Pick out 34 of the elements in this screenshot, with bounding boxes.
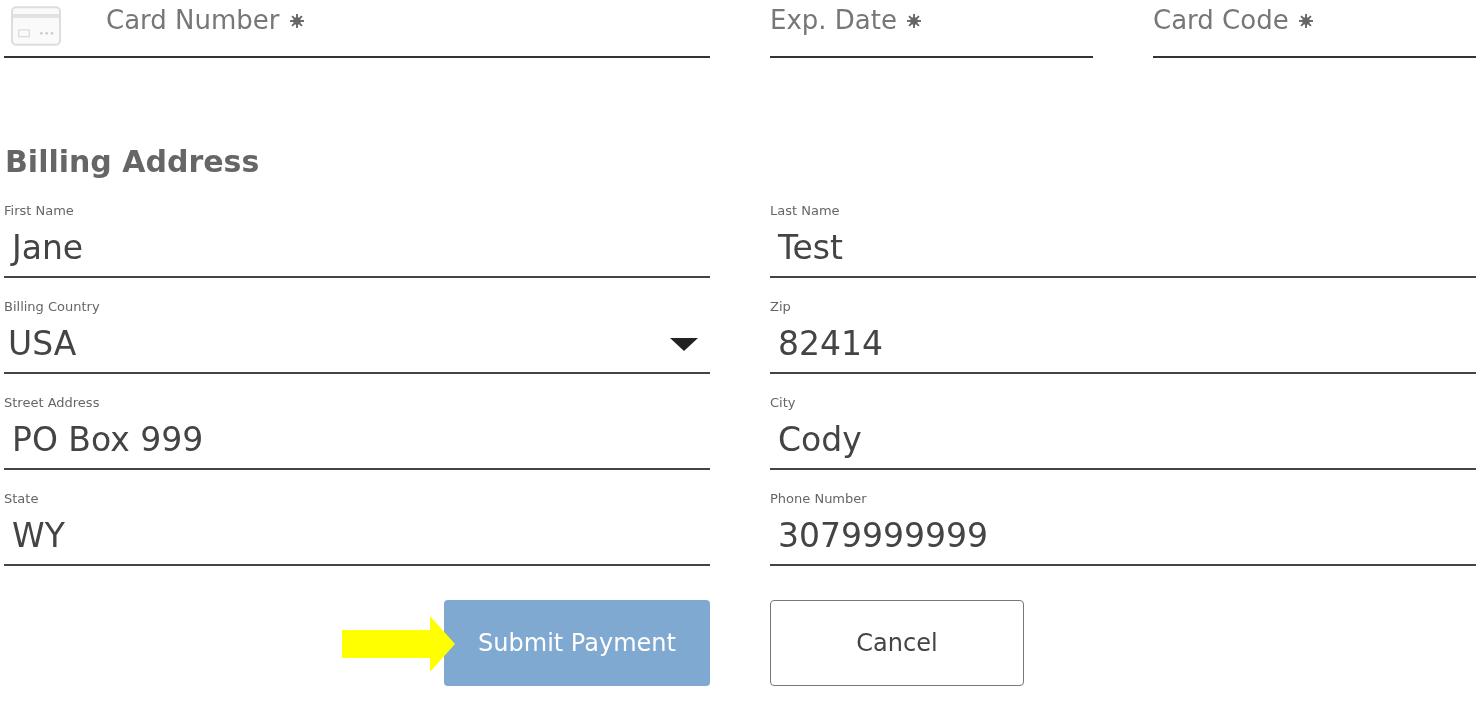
dropdown[interactable]: USA [4, 316, 710, 374]
field-label: Billing Country [4, 298, 100, 316]
placeholder-text: Card Number [106, 4, 280, 36]
input-field[interactable]: Jane [4, 220, 710, 278]
field-label: Last Name [770, 202, 840, 220]
input-field[interactable]: Card Code [1153, 0, 1476, 58]
placeholder-text: Exp. Date [770, 4, 897, 36]
input-field[interactable]: Exp. Date [770, 0, 1093, 58]
field-label: Street Address [4, 394, 100, 412]
credit-card-icon [10, 6, 62, 46]
field-value: Jane [12, 227, 84, 269]
field-label: City [770, 394, 796, 412]
field-label: State [4, 490, 39, 508]
field-value: WY [12, 515, 65, 557]
field-value: PO Box 999 [12, 419, 204, 461]
field-value: 82414 [778, 323, 883, 365]
input-field[interactable]: Cody [770, 412, 1476, 470]
field-value: 3079999999 [778, 515, 988, 557]
field-value: Cody [778, 419, 862, 461]
field-label: Zip [770, 298, 791, 316]
input-field[interactable]: Test [770, 220, 1476, 278]
input-field[interactable]: PO Box 999 [4, 412, 710, 470]
input-field[interactable]: 3079999999 [770, 508, 1476, 566]
field-value: USA [8, 323, 77, 365]
input-field[interactable]: 82414 [770, 316, 1476, 374]
caret-icon [670, 337, 698, 351]
field-label: Phone Number [770, 490, 867, 508]
section-heading: Billing Address [5, 143, 260, 181]
button[interactable]: Cancel [770, 600, 1024, 686]
input-field[interactable]: Card Number [4, 0, 710, 58]
field-value: Test [778, 227, 843, 269]
input-field[interactable]: WY [4, 508, 710, 566]
placeholder-text: Card Code [1153, 4, 1289, 36]
field-label: First Name [4, 202, 74, 220]
